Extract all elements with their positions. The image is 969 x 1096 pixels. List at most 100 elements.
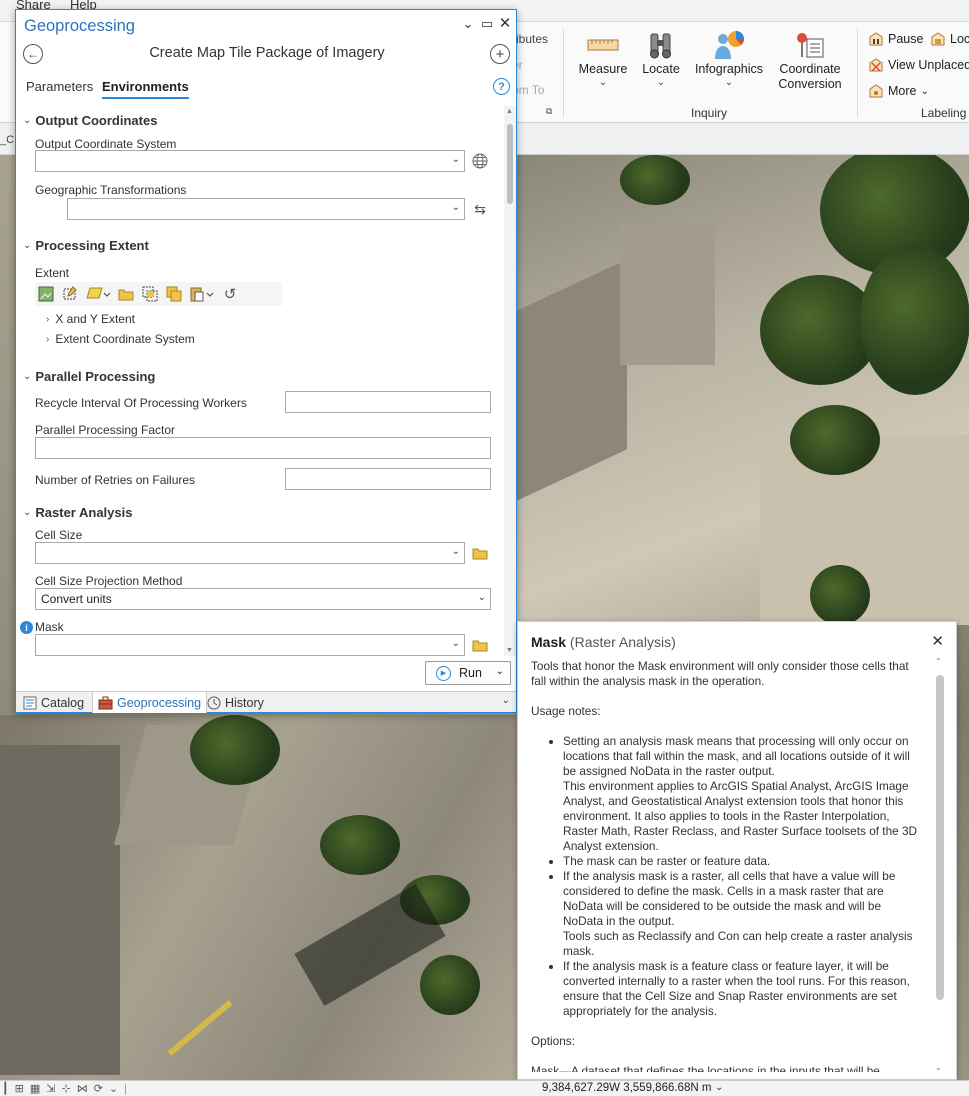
help-options-heading: Options:	[531, 1034, 575, 1048]
geographic-transformations-combo[interactable]: ⌄	[67, 198, 465, 220]
map-tree	[860, 245, 969, 395]
browse-folder-icon[interactable]	[471, 636, 489, 654]
rotate-icon[interactable]: ⟳	[94, 1082, 103, 1095]
chevron-down-icon: ⌄	[23, 507, 32, 518]
current-display-extent-icon[interactable]	[37, 285, 55, 303]
topology-icon[interactable]: ⋈	[77, 1082, 88, 1095]
chevron-down-icon[interactable]: ⌄	[109, 1082, 118, 1095]
help-icon[interactable]: ?	[493, 78, 510, 95]
field-label: Cell Size Projection Method	[35, 574, 183, 588]
geoprocessing-pane: Geoprocessing ⌄ ▭ ✕ ← Create Map Tile Pa…	[15, 9, 517, 713]
crosshair-icon[interactable]: ⊹	[61, 1082, 70, 1095]
help-content: Tools that honor the Mask environment wi…	[531, 659, 923, 1072]
coordinate-conversion-button[interactable]: Coordinate Conversion	[774, 28, 846, 92]
maximize-icon[interactable]: ▭	[479, 16, 495, 32]
lock-labels-button[interactable]: Loc	[930, 31, 969, 47]
lock-label: Loc	[950, 32, 969, 46]
pause-labels-button[interactable]: Pause	[868, 31, 923, 47]
output-coordinate-system-combo[interactable]: ⌄	[35, 150, 465, 172]
binoculars-icon	[638, 28, 684, 62]
scrollbar-thumb[interactable]	[507, 124, 513, 204]
x-and-y-extent-expander[interactable]: › X and Y Extent	[46, 312, 135, 326]
dialog-launcher-icon[interactable]: ⧉	[546, 106, 552, 117]
cell-size-combo[interactable]: ⌄	[35, 542, 465, 564]
expander-label: Extent Coordinate System	[55, 332, 195, 346]
tab-environments[interactable]: Environments	[102, 79, 189, 99]
field-label: Output Coordinate System	[35, 137, 177, 151]
cell-size-projection-select[interactable]: Convert units ⌄	[35, 588, 491, 610]
info-icon[interactable]: i	[20, 621, 33, 634]
tab-geoprocessing[interactable]: Geoprocessing	[92, 692, 208, 713]
section-output-coordinates[interactable]: ⌄ Output Coordinates	[23, 113, 157, 128]
infographics-label: Infographics	[694, 62, 764, 76]
chevron-down-icon: ⌄	[451, 154, 460, 165]
close-icon[interactable]: ✕	[497, 14, 513, 32]
table-icon[interactable]: ▦	[30, 1082, 40, 1095]
chevron-down-icon[interactable]: ⌄	[496, 666, 504, 677]
tab-catalog[interactable]: Catalog	[18, 692, 89, 713]
coordinate-conversion-icon	[774, 28, 846, 62]
draw-extent-icon[interactable]	[61, 285, 79, 303]
ribbon-separator	[563, 28, 564, 118]
run-button[interactable]: ▶ Run ⌄	[425, 661, 511, 685]
toolbox-icon	[98, 696, 113, 709]
note-text: Setting an analysis mask means that proc…	[563, 734, 910, 778]
reset-extent-icon[interactable]: ↺	[221, 285, 239, 303]
parallel-processing-factor-input[interactable]	[35, 437, 491, 459]
tab-parameters[interactable]: Parameters	[26, 79, 93, 97]
coordinate-conversion-label: Coordinate Conversion	[778, 62, 842, 91]
locate-button[interactable]: Locate ⌄	[638, 28, 684, 89]
more-labels-icon	[869, 84, 883, 98]
infographics-button[interactable]: Infographics ⌄	[693, 28, 765, 89]
run-label: Run	[459, 666, 482, 680]
close-icon[interactable]: ✕	[931, 632, 944, 650]
retries-on-failures-input[interactable]	[285, 468, 491, 490]
combo-value: Convert units	[41, 592, 112, 606]
field-label: Mask	[35, 620, 64, 634]
snapping-icon[interactable]: ┃	[2, 1082, 9, 1095]
map-tab-fragment[interactable]: _C	[0, 134, 14, 146]
section-raster-analysis[interactable]: ⌄ Raster Analysis	[23, 505, 132, 520]
globe-icon[interactable]	[471, 152, 489, 170]
scrollbar-thumb[interactable]	[936, 675, 944, 1000]
mask-combo[interactable]: ⌄	[35, 634, 465, 656]
scroll-up-icon[interactable]: ▲	[506, 108, 513, 115]
pane-scrollbar[interactable]: ▲ ▼	[504, 106, 516, 656]
add-icon[interactable]: +	[490, 44, 510, 64]
tab-history[interactable]: History	[202, 692, 269, 713]
note-text: If the analysis mask is a raster, all ce…	[563, 869, 896, 928]
scroll-down-icon[interactable]: ⌄	[935, 1063, 942, 1072]
pane-title: Geoprocessing	[24, 17, 135, 35]
browse-folder-icon[interactable]	[471, 544, 489, 562]
grid-icon[interactable]: ⊞	[15, 1082, 24, 1095]
union-of-inputs-icon[interactable]	[165, 285, 183, 303]
measure-button[interactable]: Measure ⌄	[575, 28, 631, 89]
environments-list: ⌄ Output Coordinates Output Coordinate S…	[16, 106, 504, 656]
chevron-down-icon: ⌄	[477, 592, 486, 603]
more-labels-button[interactable]: More ⌄	[868, 83, 929, 99]
layer-extent-icon[interactable]	[85, 285, 111, 303]
map-tree	[420, 955, 480, 1015]
chevron-down-icon: ⌄	[23, 371, 32, 382]
browse-folder-icon[interactable]	[117, 285, 135, 303]
help-scrollbar[interactable]: ⌃ ⌄	[934, 657, 946, 1072]
pane-options-chevron-icon[interactable]: ⌄	[460, 16, 476, 32]
section-title: Parallel Processing	[35, 369, 156, 384]
ruler-icon	[575, 28, 631, 62]
swap-transformations-icon[interactable]: ⇆	[471, 200, 489, 218]
intersection-of-inputs-icon[interactable]	[141, 285, 159, 303]
section-parallel-processing[interactable]: ⌄ Parallel Processing	[23, 369, 155, 384]
scroll-down-icon[interactable]: ▼	[506, 647, 513, 654]
constraints-icon[interactable]: ⇲	[46, 1082, 55, 1095]
tab-label: Catalog	[41, 695, 85, 710]
extent-coordinate-system-expander[interactable]: › Extent Coordinate System	[46, 332, 195, 346]
scroll-up-icon[interactable]: ⌃	[935, 657, 942, 666]
chevron-down-icon: ⌄	[451, 638, 460, 649]
ribbon-attributes-partial[interactable]: ributes	[512, 32, 548, 46]
chevron-down-icon[interactable]: ⌄	[715, 1082, 723, 1093]
view-unplaced-button[interactable]: View Unplaced	[868, 57, 969, 73]
recycle-interval-input[interactable]	[285, 391, 491, 413]
paste-extent-icon[interactable]	[189, 285, 215, 303]
chevron-down-icon[interactable]: ⌄	[502, 695, 510, 706]
section-processing-extent[interactable]: ⌄ Processing Extent	[23, 238, 149, 253]
